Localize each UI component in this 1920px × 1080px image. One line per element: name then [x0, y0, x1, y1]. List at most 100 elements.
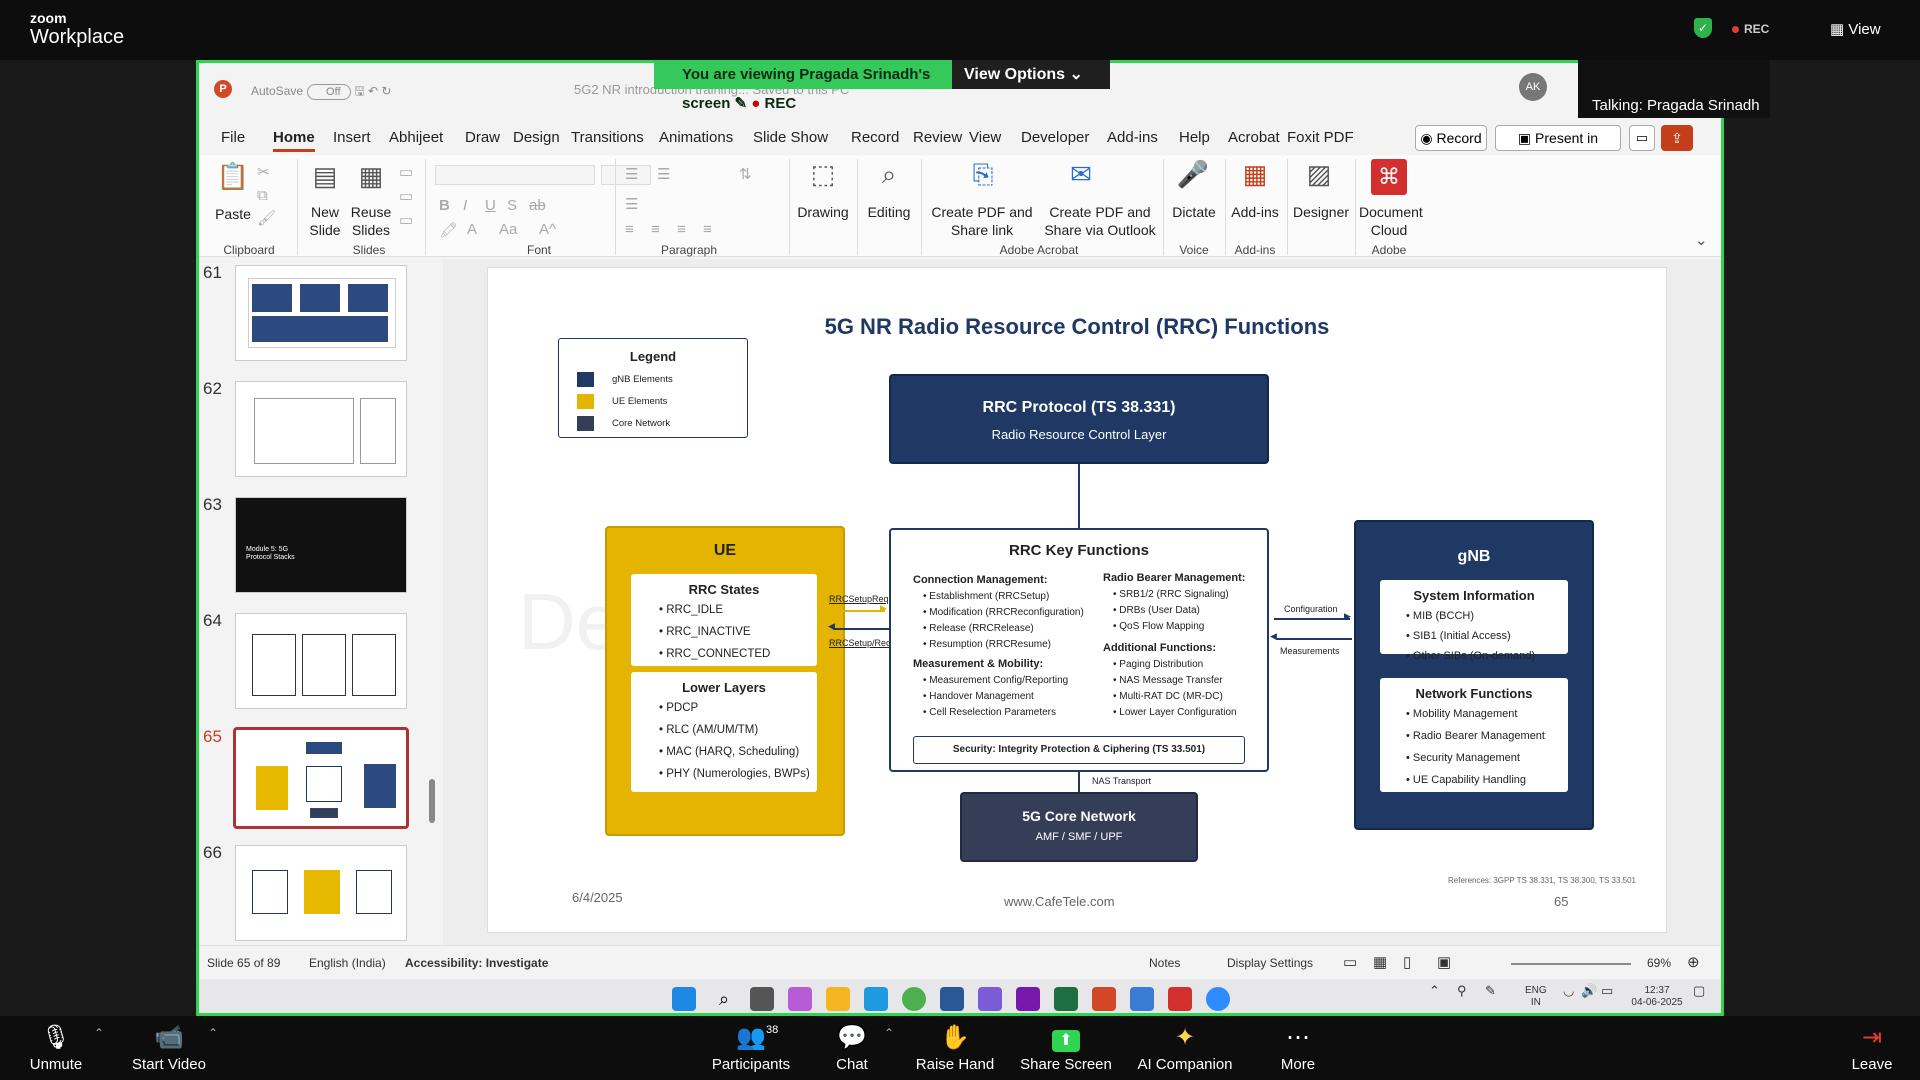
tab-record[interactable]: Record: [851, 129, 899, 146]
view-options-button[interactable]: View Options ⌄: [952, 60, 1110, 89]
autosave-toggle[interactable]: AutoSave Off 🖫 ↶ ↻: [251, 82, 391, 103]
keyboard-language[interactable]: ENG IN: [1525, 985, 1547, 1009]
slide-thumbnail[interactable]: [235, 265, 407, 361]
justify-icon[interactable]: ≡: [703, 221, 712, 238]
font-color-icon[interactable]: A: [467, 221, 477, 238]
volume-icon[interactable]: 🔊: [1581, 984, 1597, 997]
tab-insert[interactable]: Insert: [333, 129, 371, 146]
underline-icon[interactable]: U: [485, 197, 496, 214]
shadow-icon[interactable]: S: [507, 197, 517, 214]
tab-design[interactable]: Design: [513, 129, 560, 146]
microphone-icon[interactable]: 🎤: [1173, 159, 1213, 190]
create-pdf-outlook-button[interactable]: Create PDF and Share via Outlook: [1041, 203, 1159, 239]
onenote-icon[interactable]: [1016, 987, 1040, 1011]
store-icon[interactable]: [940, 987, 964, 1011]
recording-indicator[interactable]: REC: [1732, 22, 1769, 36]
start-video-button[interactable]: 📹 Start Video: [124, 1016, 214, 1080]
format-painter-icon[interactable]: 🖌: [257, 209, 276, 227]
edge-icon[interactable]: [864, 987, 888, 1011]
chrome-icon[interactable]: [902, 987, 926, 1011]
slide-thumbnail[interactable]: [235, 845, 407, 941]
tab-file[interactable]: File: [221, 129, 245, 146]
tray-chevron-icon[interactable]: ⌃: [1429, 984, 1440, 997]
bullets-icon[interactable]: ☰: [625, 165, 638, 183]
notification-icon[interactable]: ▢: [1693, 984, 1705, 997]
share-screen-button[interactable]: ⬆ Share Screen: [1018, 1016, 1114, 1080]
acrobat-icon[interactable]: [1168, 987, 1192, 1011]
chat-button[interactable]: 💬 Chat: [822, 1016, 882, 1080]
file-explorer-icon[interactable]: [826, 987, 850, 1011]
tab-transitions[interactable]: Transitions: [571, 129, 644, 146]
save-icon[interactable]: 🖫: [354, 84, 364, 98]
audio-options-caret-icon[interactable]: ⌃: [94, 1026, 104, 1040]
designer-button[interactable]: Designer: [1291, 203, 1351, 221]
align-right-icon[interactable]: ≡: [677, 221, 686, 238]
fit-slide-icon[interactable]: ⊕: [1687, 953, 1700, 971]
tab-foxit-pdf[interactable]: Foxit PDF: [1287, 129, 1354, 146]
excel-icon[interactable]: [1054, 987, 1078, 1011]
search-icon[interactable]: ⌕: [712, 987, 736, 1011]
drawing-icon[interactable]: ⬚: [803, 159, 843, 190]
designer-icon[interactable]: ▨: [1299, 159, 1339, 190]
indent-icon[interactable]: ☰: [625, 195, 638, 213]
teams-app-icon[interactable]: [978, 987, 1002, 1011]
zoom-level[interactable]: 69%: [1647, 956, 1671, 970]
view-button[interactable]: ▦ View: [1830, 20, 1881, 38]
pdf-outlook-icon[interactable]: ✉: [1063, 159, 1099, 190]
leave-button[interactable]: ⇥ Leave: [1842, 1016, 1902, 1080]
change-case-icon[interactable]: Aa: [499, 221, 517, 238]
pdf-share-icon[interactable]: ⎘: [965, 159, 1001, 191]
addins-button[interactable]: Add-ins: [1229, 203, 1281, 221]
new-slide-button[interactable]: New Slide: [301, 203, 349, 239]
addins-icon[interactable]: ▦: [1235, 159, 1275, 190]
video-options-caret-icon[interactable]: ⌃: [208, 1026, 218, 1040]
pen-icon[interactable]: ✎: [1485, 984, 1496, 997]
autosave-switch[interactable]: Off: [307, 83, 352, 100]
notes-button[interactable]: Notes: [1149, 956, 1180, 970]
reuse-slides-button[interactable]: Reuse Slides: [349, 203, 393, 239]
annotate-icon[interactable]: ✎: [735, 95, 748, 112]
windows-start-icon[interactable]: [672, 987, 696, 1011]
network-icon[interactable]: ⚲: [1457, 984, 1467, 997]
record-button[interactable]: ◉ Record: [1415, 125, 1487, 151]
powerpoint-taskbar-icon[interactable]: [1092, 987, 1116, 1011]
cut-icon[interactable]: ✂: [257, 163, 270, 181]
bold-icon[interactable]: B: [439, 197, 450, 214]
normal-view-icon[interactable]: ▭: [1343, 953, 1357, 971]
participants-button[interactable]: 👥 Participants: [706, 1016, 796, 1080]
thumb-scrollbar[interactable]: [429, 779, 435, 823]
strikethrough-icon[interactable]: ab: [529, 197, 546, 214]
tab-help[interactable]: Help: [1179, 129, 1210, 146]
zoom-app-icon[interactable]: [1206, 987, 1230, 1011]
copy-icon[interactable]: ⧉: [257, 187, 268, 204]
wifi-icon[interactable]: ◡: [1563, 984, 1574, 997]
chat-options-caret-icon[interactable]: ⌃: [884, 1026, 894, 1040]
slide-thumbnail-selected[interactable]: [233, 727, 409, 829]
share-icon[interactable]: ⇪: [1661, 125, 1693, 151]
editing-search-icon[interactable]: ⌕: [869, 159, 909, 191]
zoom-slider[interactable]: [1511, 963, 1631, 965]
tab-acrobat[interactable]: Acrobat: [1228, 129, 1280, 146]
undo-icon[interactable]: ↶: [368, 84, 378, 98]
security-shield-icon[interactable]: ✓: [1694, 18, 1712, 38]
tab-animations[interactable]: Animations: [659, 129, 733, 146]
create-pdf-share-button[interactable]: Create PDF and Share link: [927, 203, 1037, 239]
battery-icon[interactable]: ▭: [1601, 984, 1613, 997]
more-button[interactable]: ⋯ More: [1262, 1016, 1334, 1080]
text-direction-icon[interactable]: ⇅: [739, 165, 752, 183]
layout-icon[interactable]: ▭: [399, 163, 413, 181]
paste-icon[interactable]: 📋: [215, 161, 251, 192]
tab-abhijeet[interactable]: Abhijeet: [389, 129, 443, 146]
reuse-slides-icon[interactable]: ▦: [351, 161, 391, 192]
copilot-icon[interactable]: [788, 987, 812, 1011]
new-slide-icon[interactable]: ▤: [305, 161, 345, 192]
tab-draw[interactable]: Draw: [465, 129, 500, 146]
language-indicator[interactable]: English (India): [309, 956, 386, 970]
align-center-icon[interactable]: ≡: [651, 221, 660, 238]
clock[interactable]: 12:37 04-06-2025: [1627, 985, 1687, 1009]
reset-icon[interactable]: ▭: [399, 187, 413, 205]
slide-sorter-icon[interactable]: ▦: [1373, 953, 1387, 971]
accessibility-status[interactable]: Accessibility: Investigate: [405, 956, 548, 970]
redo-icon[interactable]: ↻: [381, 84, 391, 98]
present-in-teams-button[interactable]: ▣ Present in Teams: [1495, 125, 1621, 170]
